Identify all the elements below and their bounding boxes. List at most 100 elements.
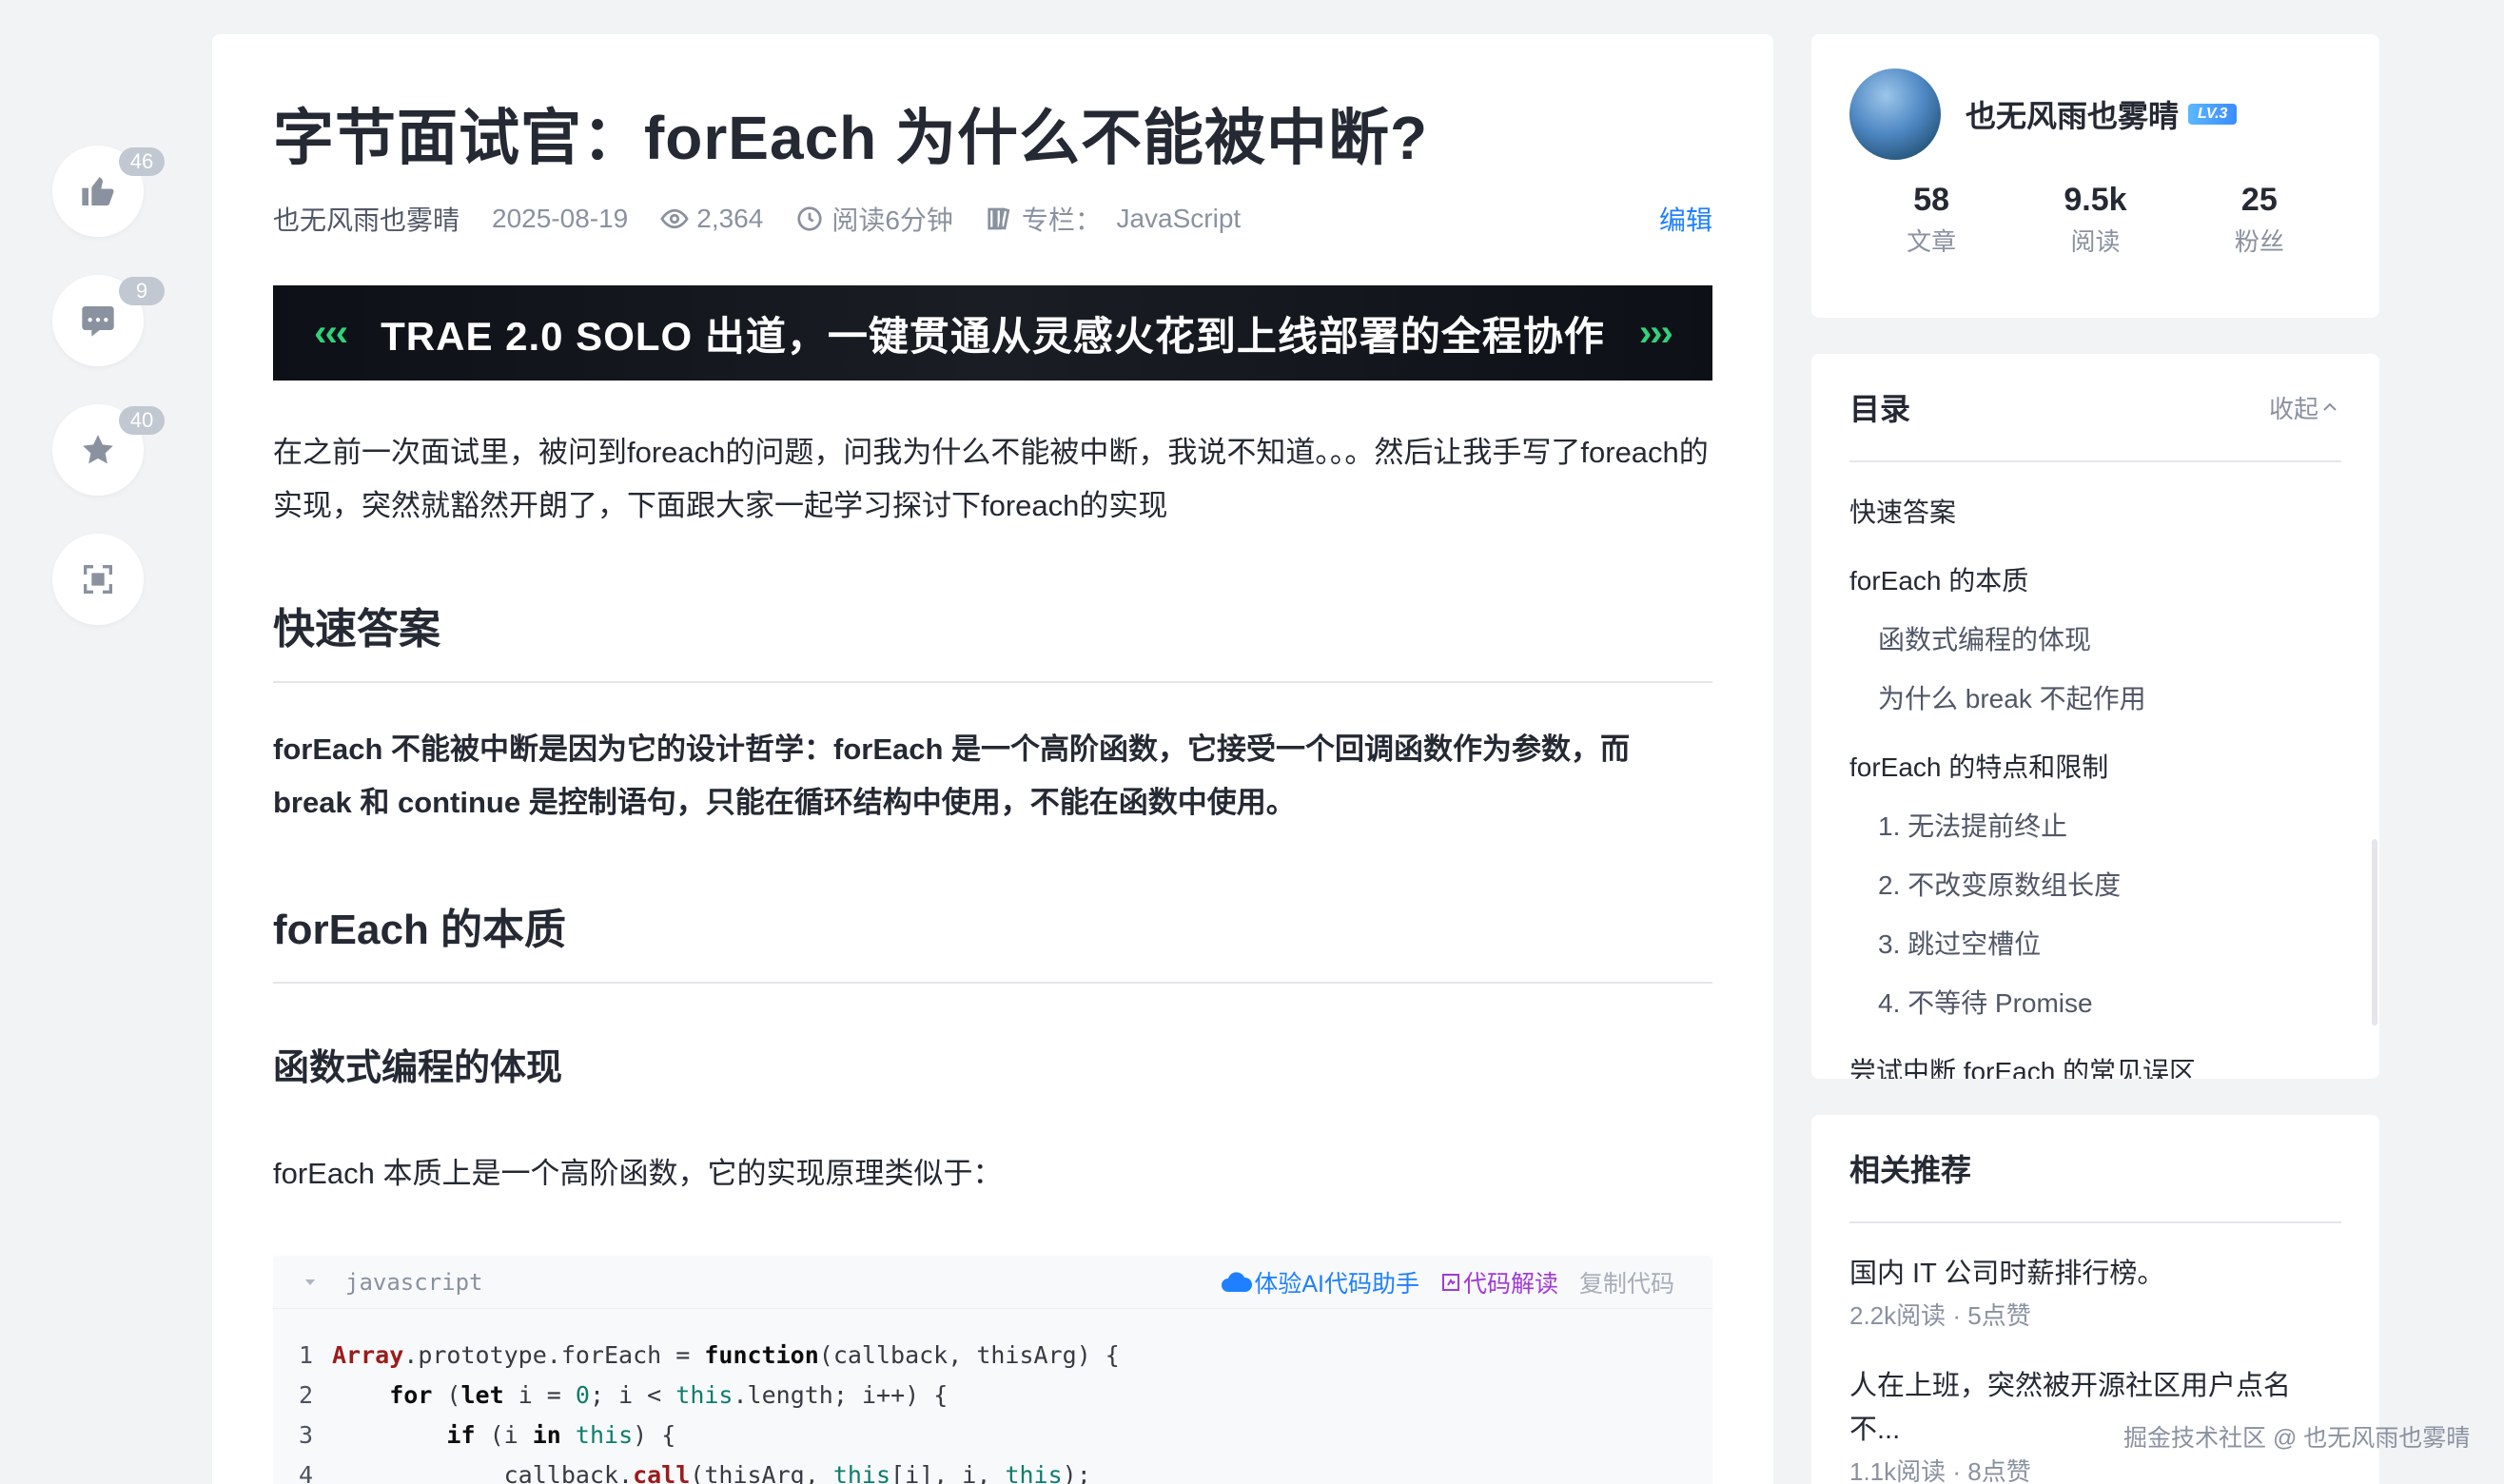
float-action-panel: 46 9 40	[52, 146, 165, 663]
recommend-title: 相关推荐	[1849, 1153, 1972, 1187]
code-line: 2 for (let i = 0; i < this.length; i++) …	[273, 1376, 1712, 1416]
collapse-label: 收起	[2268, 394, 2318, 423]
quick-answer-paragraph: forEach 不能被中断是因为它的设计哲学：forEach 是一个高阶函数，它…	[273, 732, 1631, 819]
avatar[interactable]	[1849, 68, 1941, 160]
section-heading-quick-answer: 快速答案	[273, 601, 1712, 683]
banner-text: TRAE 2.0 SOLO 出道，一键贯通从灵感火花到上线部署的全程协作	[381, 313, 1605, 359]
column-link[interactable]: 专栏： JavaScript	[986, 200, 1241, 238]
toc-item[interactable]: 为什么 break 不起作用	[1849, 670, 2341, 729]
toc-collapse-button[interactable]: 收起	[2269, 390, 2341, 425]
column-name: JavaScript	[1116, 204, 1242, 233]
toc-card: 目录 收起 快速答案 forEach 的本质 函数式编程的体现 为什么 brea…	[1811, 354, 2379, 1079]
eye-icon	[660, 208, 689, 229]
stat-label: 粉丝	[2234, 227, 2284, 256]
star-icon	[83, 435, 113, 464]
toc-item[interactable]: 快速答案	[1849, 483, 2341, 542]
essence-paragraph: forEach 本质上是一个高阶函数，它的实现原理类似于：	[273, 1157, 1003, 1190]
favorite-button[interactable]: 40	[52, 404, 165, 496]
code-text: if (i in this) {	[446, 1421, 676, 1449]
toc-item[interactable]: 4. 不等待 Promise	[1849, 974, 2341, 1033]
like-button[interactable]: 46	[52, 146, 165, 237]
recommend-item-meta: 1.1k阅读 · 8点赞	[1849, 1457, 2031, 1484]
line-number: 2	[298, 1381, 313, 1409]
stat-followers[interactable]: 25 粉丝	[2178, 177, 2341, 261]
toc-list: 快速答案 forEach 的本质 函数式编程的体现 为什么 break 不起作用…	[1849, 462, 2341, 1079]
stat-articles[interactable]: 58 文章	[1849, 177, 2013, 261]
recommend-item-title[interactable]: 国内 IT 公司时薪排行榜。	[1849, 1252, 2341, 1296]
code-line: 3 if (i in this) {	[273, 1416, 1712, 1455]
copy-code-button[interactable]: 复制代码	[1579, 1265, 1674, 1299]
recommend-item[interactable]: 国内 IT 公司时薪排行榜。 2.2k阅读 · 5点赞	[1849, 1252, 2341, 1336]
comment-icon	[82, 306, 114, 337]
intro-paragraph: 在之前一次面试里，被问到foreach的问题，问我为什么不能被中断，我说不知道。…	[273, 436, 1709, 522]
cloud-icon	[1222, 1271, 1253, 1292]
thumbs-up-icon	[82, 177, 114, 205]
toc-item[interactable]: 尝试中断 forEach 的常见误区	[1849, 1043, 2341, 1079]
code-text: Array.prototype.forEach = function(callb…	[332, 1341, 1120, 1369]
comment-count-badge: 9	[119, 277, 165, 305]
clock-icon	[797, 206, 822, 231]
promo-banner[interactable]: ‹‹‹ TRAE 2.0 SOLO 出道，一键贯通从灵感火花到上线部署的全程协作…	[273, 285, 1712, 381]
article-title: 字节面试官：forEach 为什么不能被中断?	[273, 104, 1429, 172]
ai-assistant-button[interactable]: 体验AI代码助手	[1220, 1265, 1419, 1299]
stat-value: 25	[2240, 182, 2278, 218]
toc-header: 目录 收起	[1849, 354, 2341, 462]
code-language: javascript	[345, 1268, 483, 1296]
stat-reads[interactable]: 9.5k 阅读	[2013, 177, 2177, 261]
code-text: callback.call(thisArg, this[i], i, this)…	[332, 1461, 1091, 1484]
like-count-badge: 46	[119, 147, 165, 176]
code-line: 1 Array.prototype.forEach = function(call…	[273, 1336, 1712, 1376]
banner-right-arrows: ›››	[1638, 311, 1673, 354]
line-number: 1	[298, 1341, 313, 1369]
banner-left-arrows: ‹‹‹	[314, 311, 348, 354]
toc-scrollbar[interactable]	[2372, 839, 2377, 1025]
code-explain-icon	[1441, 1273, 1459, 1291]
code-text: for (let i = 0; i < this.length; i++) {	[389, 1381, 949, 1409]
chevron-up-icon	[2323, 402, 2337, 411]
code-explain-button[interactable]: 代码解读	[1440, 1265, 1558, 1299]
subheading-functional-programming: 函数式编程的体现	[273, 1048, 563, 1088]
stat-label: 文章	[1907, 227, 1957, 256]
read-time-text: 阅读6分钟	[831, 205, 953, 235]
author-link[interactable]: 也无风雨也雾晴	[273, 200, 460, 238]
author-row[interactable]: 也无风雨也雾晴 LV.3	[1849, 68, 2341, 160]
toc-item[interactable]: 3. 跳过空槽位	[1849, 915, 2341, 974]
author-name[interactable]: 也无风雨也雾晴	[1966, 92, 2179, 136]
line-number: 4	[298, 1461, 313, 1484]
recommend-header: 相关推荐	[1849, 1115, 2341, 1223]
code-tools: 体验AI代码助手 代码解读 复制代码	[1220, 1265, 1674, 1299]
level-badge: LV.3	[2188, 104, 2238, 125]
toc-item[interactable]: forEach 的本质	[1849, 552, 2341, 611]
watermark: 掘金技术社区 @ 也无风雨也雾晴	[2123, 1425, 2471, 1452]
caret-down-icon[interactable]	[302, 1274, 319, 1291]
toc-item[interactable]: 函数式编程的体现	[1849, 611, 2341, 670]
code-explain-label: 代码解读	[1462, 1270, 1558, 1298]
publish-date: 2025-08-19	[492, 204, 628, 234]
author-card: 也无风雨也雾晴 LV.3 58 文章 9.5k 阅读 25 粉丝	[1811, 34, 2379, 318]
ai-assistant-label: 体验AI代码助手	[1254, 1270, 1419, 1298]
fullscreen-icon	[84, 565, 112, 594]
view-count: 2,364	[660, 204, 763, 234]
code-body: 1 Array.prototype.forEach = function(call…	[273, 1309, 1712, 1484]
column-label: 专栏：	[1021, 205, 1102, 235]
toc-title: 目录	[1849, 392, 1911, 426]
fullscreen-button[interactable]	[52, 534, 144, 625]
favorite-count-badge: 40	[119, 406, 165, 435]
toc-item[interactable]: forEach 的特点和限制	[1849, 738, 2341, 797]
toc-item[interactable]: 2. 不改变原数组长度	[1849, 856, 2341, 915]
article-meta: 也无风雨也雾晴 2025-08-19 2,364 阅读6分钟 专栏： JavaS…	[273, 198, 1712, 240]
comment-button[interactable]: 9	[52, 275, 165, 366]
views-text: 2,364	[696, 204, 764, 233]
date-text: 2025-08-19	[492, 204, 629, 233]
stat-value: 9.5k	[2064, 182, 2127, 218]
code-line: 4 callback.call(thisArg, this[i], i, thi…	[273, 1455, 1712, 1484]
edit-link[interactable]: 编辑	[1659, 200, 1712, 238]
code-block: javascript 体验AI代码助手 代码解读 复制代码 1 Array.pro…	[273, 1256, 1712, 1484]
read-time: 阅读6分钟	[795, 200, 953, 238]
column-icon	[988, 207, 1010, 230]
toc-item[interactable]: 1. 无法提前终止	[1849, 797, 2341, 856]
section-heading-foreach-essence: forEach 的本质	[273, 902, 1712, 984]
line-number: 3	[298, 1421, 313, 1449]
article-container: 字节面试官：forEach 为什么不能被中断? 也无风雨也雾晴 2025-08-…	[212, 34, 1773, 1484]
code-block-header: javascript 体验AI代码助手 代码解读 复制代码	[273, 1256, 1712, 1309]
